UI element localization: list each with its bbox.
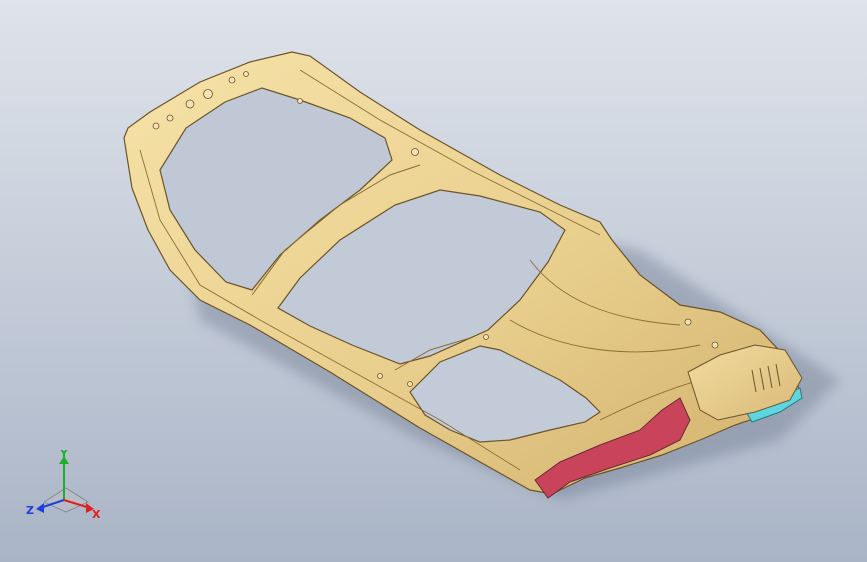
z-axis-label: Z [26, 504, 34, 517]
orientation-triad[interactable]: Y X Z [26, 450, 106, 522]
3d-model-view[interactable] [0, 0, 867, 562]
graphics-viewport[interactable]: Y X Z [0, 0, 867, 562]
y-axis-label: Y [59, 450, 69, 460]
z-axis-arrow [36, 503, 44, 513]
x-axis-label: X [92, 508, 101, 521]
